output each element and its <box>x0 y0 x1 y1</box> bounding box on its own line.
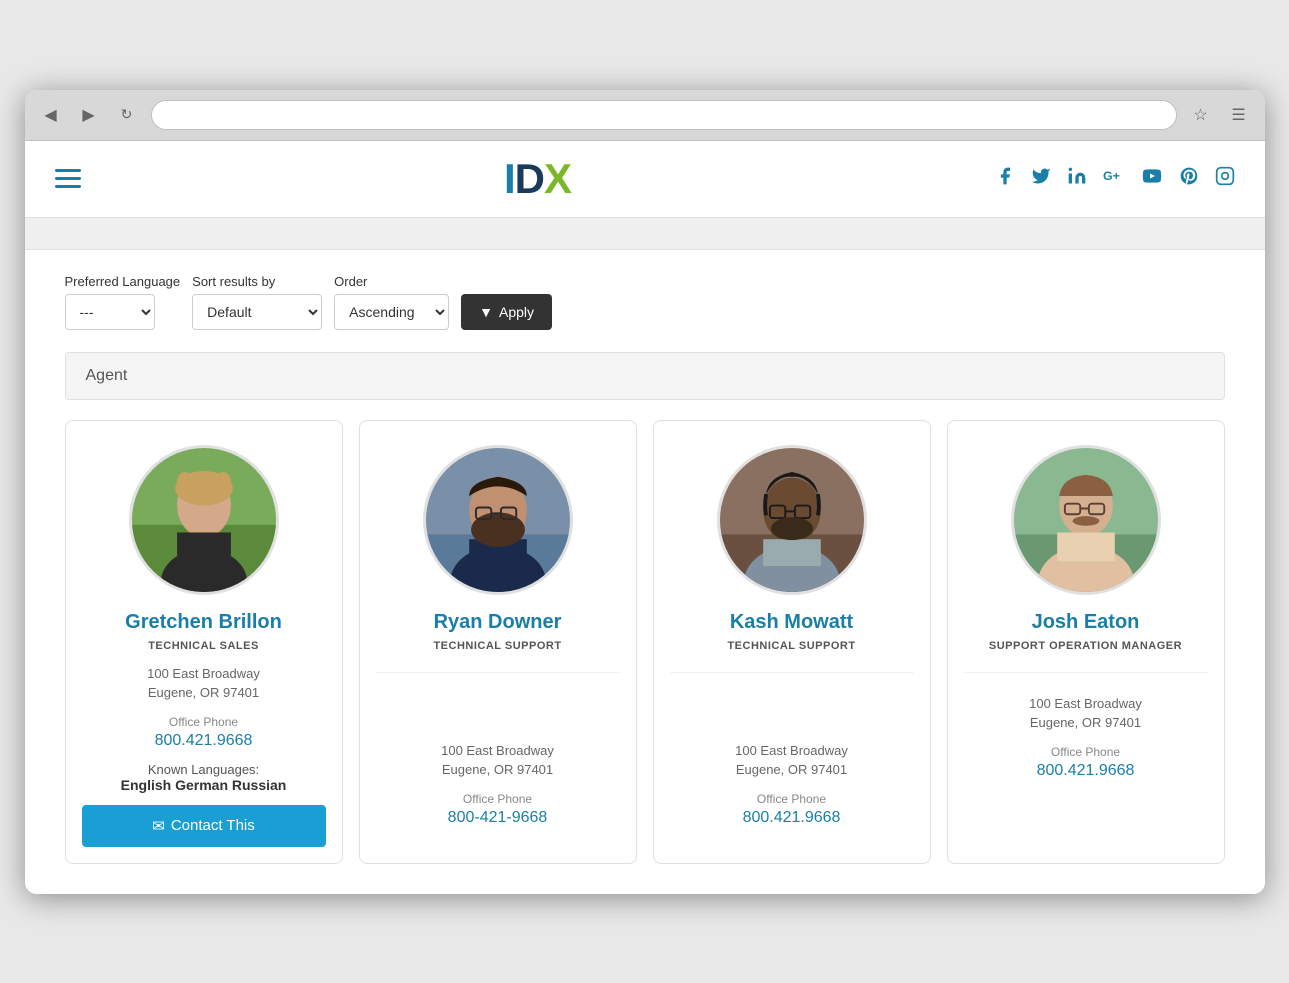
facebook-icon[interactable] <box>995 166 1015 191</box>
sub-header-band <box>25 218 1265 250</box>
agents-grid: Gretchen Brillon TECHNICAL SALES 100 Eas… <box>65 420 1225 864</box>
agent-address-line1-gretchen: 100 East Broadway <box>147 666 260 681</box>
agent-name-josh[interactable]: Josh Eaton <box>1032 611 1140 634</box>
logo-text: IDX <box>504 155 571 203</box>
agent-address-line1-ryan: 100 East Broadway <box>441 743 554 758</box>
googleplus-icon[interactable]: G+ <box>1103 166 1125 191</box>
browser-window: ◀ ▶ ↻ ☆ ☰ IDX <box>25 90 1265 894</box>
agent-phone-label-gretchen: Office Phone <box>169 715 238 729</box>
logo-d: D <box>515 155 544 202</box>
agent-card-josh: Josh Eaton SUPPORT OPERATION MANAGER 100… <box>947 420 1225 864</box>
agent-address-line2-gretchen: Eugene, OR 97401 <box>148 685 259 700</box>
youtube-icon[interactable] <box>1141 166 1163 191</box>
filter-icon: ▼ <box>479 304 493 320</box>
agent-address-gretchen: 100 East Broadway Eugene, OR 97401 <box>147 664 260 703</box>
agent-address-line2-kash: Eugene, OR 97401 <box>736 762 847 777</box>
forward-button[interactable]: ▶ <box>75 101 103 129</box>
apply-button-label: Apply <box>499 304 534 320</box>
card-divider-josh <box>964 672 1208 673</box>
main-content: Preferred Language --- Sort results by D… <box>25 250 1265 894</box>
order-filter-group: Order Ascending Descending <box>334 274 449 330</box>
language-filter-label: Preferred Language <box>65 274 181 289</box>
language-filter-select[interactable]: --- <box>65 294 155 330</box>
page-content: IDX G+ <box>25 141 1265 894</box>
agent-phone-josh[interactable]: 800.421.9668 <box>1037 762 1135 780</box>
agent-role-gretchen: TECHNICAL SALES <box>148 640 259 652</box>
logo-i: I <box>504 155 515 202</box>
logo-x: X <box>544 155 571 202</box>
instagram-icon[interactable] <box>1215 166 1235 191</box>
hamburger-line-3 <box>55 185 81 188</box>
pinterest-icon[interactable] <box>1179 166 1199 191</box>
agent-name-gretchen[interactable]: Gretchen Brillon <box>125 611 282 634</box>
agent-address-kash: 100 East Broadway Eugene, OR 97401 <box>735 741 848 780</box>
linkedin-icon[interactable] <box>1067 166 1087 191</box>
agent-phone-kash[interactable]: 800.421.9668 <box>743 809 841 827</box>
agent-card-kash: Kash Mowatt TECHNICAL SUPPORT 100 East B… <box>653 420 931 864</box>
hamburger-line-1 <box>55 169 81 172</box>
agent-avatar-gretchen <box>129 445 279 595</box>
social-icons: G+ <box>995 166 1235 191</box>
agent-address-line1-kash: 100 East Broadway <box>735 743 848 758</box>
agent-address-line1-josh: 100 East Broadway <box>1029 696 1142 711</box>
agent-name-ryan[interactable]: Ryan Downer <box>434 611 562 634</box>
sort-filter-group: Sort results by Default <box>192 274 322 330</box>
language-filter-group: Preferred Language --- <box>65 274 181 330</box>
agent-languages-label-gretchen: Known Languages: <box>148 762 259 777</box>
agent-phone-label-kash: Office Phone <box>757 792 826 806</box>
agent-address-ryan: 100 East Broadway Eugene, OR 97401 <box>441 741 554 780</box>
filters-row: Preferred Language --- Sort results by D… <box>65 274 1225 330</box>
logo: IDX <box>504 155 571 203</box>
reload-button[interactable]: ↻ <box>113 101 141 129</box>
agent-phone-ryan[interactable]: 800-421-9668 <box>448 809 548 827</box>
agent-address-line2-josh: Eugene, OR 97401 <box>1030 715 1141 730</box>
browser-chrome: ◀ ▶ ↻ ☆ ☰ <box>25 90 1265 141</box>
agent-avatar-josh <box>1011 445 1161 595</box>
hamburger-menu-button[interactable] <box>55 169 81 188</box>
contact-btn-label-gretchen: Contact This <box>171 817 255 834</box>
agent-address-josh: 100 East Broadway Eugene, OR 97401 <box>1029 694 1142 733</box>
svg-text:G+: G+ <box>1103 169 1120 183</box>
sort-filter-label: Sort results by <box>192 274 322 289</box>
twitter-icon[interactable] <box>1031 166 1051 191</box>
section-header: Agent <box>65 352 1225 400</box>
agent-avatar-kash <box>717 445 867 595</box>
apply-filter-button[interactable]: ▼ Apply <box>461 294 552 330</box>
agent-card-gretchen: Gretchen Brillon TECHNICAL SALES 100 Eas… <box>65 420 343 864</box>
card-divider-kash <box>670 672 914 673</box>
contact-button-gretchen[interactable]: ✉ Contact This <box>82 805 326 847</box>
back-button[interactable]: ◀ <box>37 101 65 129</box>
agent-phone-label-josh: Office Phone <box>1051 745 1120 759</box>
section-title: Agent <box>86 367 128 384</box>
order-filter-select[interactable]: Ascending Descending <box>334 294 449 330</box>
agent-avatar-ryan <box>423 445 573 595</box>
agent-address-line2-ryan: Eugene, OR 97401 <box>442 762 553 777</box>
agent-name-kash[interactable]: Kash Mowatt <box>730 611 853 634</box>
address-bar[interactable] <box>151 100 1177 130</box>
hamburger-line-2 <box>55 177 81 180</box>
agent-card-ryan: Ryan Downer TECHNICAL SUPPORT 100 East B… <box>359 420 637 864</box>
agent-phone-label-ryan: Office Phone <box>463 792 532 806</box>
card-divider-ryan <box>376 672 620 673</box>
agent-phone-gretchen[interactable]: 800.421.9668 <box>155 732 253 750</box>
order-filter-label: Order <box>334 274 449 289</box>
agent-languages-gretchen: English German Russian <box>121 777 287 793</box>
site-header: IDX G+ <box>25 141 1265 218</box>
agent-role-josh: SUPPORT OPERATION MANAGER <box>989 640 1182 652</box>
agent-role-ryan: TECHNICAL SUPPORT <box>433 640 561 652</box>
agent-role-kash: TECHNICAL SUPPORT <box>727 640 855 652</box>
bookmark-button[interactable]: ☆ <box>1187 101 1215 129</box>
sort-filter-select[interactable]: Default <box>192 294 322 330</box>
envelope-icon-gretchen: ✉ <box>152 817 165 835</box>
browser-menu-button[interactable]: ☰ <box>1225 101 1253 129</box>
